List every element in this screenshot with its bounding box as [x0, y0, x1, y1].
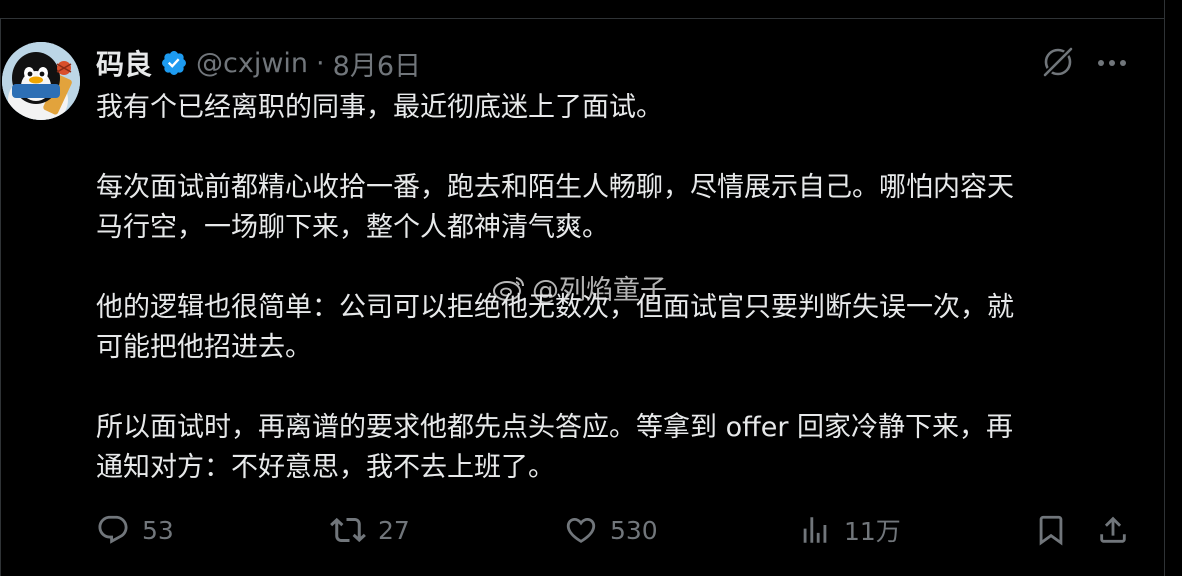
- reply-icon: [98, 515, 128, 544]
- text-line: 通知对方：不好意思，我不去上班了。: [96, 452, 555, 483]
- weibo-icon: [493, 276, 525, 301]
- author-handle[interactable]: @cxjwin: [196, 48, 308, 79]
- text-line: 所以面试时，再离谱的要求他都先点头答应。等拿到 offer 回家冷静下来，再: [96, 412, 1013, 443]
- bookmark-icon: [1039, 515, 1063, 546]
- grok-icon[interactable]: [1040, 44, 1076, 80]
- top-divider: [0, 18, 1164, 19]
- post-date[interactable]: 8月6日: [333, 44, 421, 83]
- like-button[interactable]: 530: [564, 506, 658, 554]
- repost-count: 27: [378, 515, 410, 545]
- views-button[interactable]: 11万: [798, 506, 901, 554]
- watermark: @列焰童子: [492, 268, 667, 307]
- bookmark-button[interactable]: [1034, 506, 1068, 554]
- repost-button[interactable]: 27: [330, 506, 410, 554]
- post-frame: 码良 @cxjwin · 8月6日 我有个已经离职的同事，最近彻底迷上了面试。 …: [0, 0, 1182, 576]
- author-name[interactable]: 码良: [96, 43, 152, 83]
- text-line: 可能把他招进去。: [96, 332, 312, 363]
- share-icon: [1100, 516, 1126, 543]
- more-icon[interactable]: [1096, 55, 1128, 69]
- like-count: 530: [610, 515, 658, 545]
- reply-count: 53: [142, 515, 174, 545]
- like-icon: [566, 517, 596, 543]
- text-line: 我有个已经离职的同事，最近彻底迷上了面试。: [96, 92, 663, 123]
- text-line: 每次面试前都精心收拾一番，跑去和陌生人畅聊，尽情展示自己。哪怕内容天: [96, 172, 1014, 203]
- left-divider: [0, 18, 1, 576]
- share-button[interactable]: [1096, 506, 1130, 554]
- views-icon: [803, 517, 827, 543]
- views-count: 11万: [844, 517, 901, 546]
- header-separator: ·: [316, 47, 325, 79]
- post-header: 码良 @cxjwin · 8月6日: [96, 44, 421, 82]
- repost-icon: [330, 517, 366, 543]
- avatar-penguin-icon: [2, 42, 80, 120]
- reply-button[interactable]: 53: [96, 506, 174, 554]
- verified-badge-icon[interactable]: [160, 49, 188, 77]
- text-line: 马行空，一场聊下来，整个人都神清气爽。: [96, 212, 609, 243]
- action-bar: 53 27 530 11万: [96, 506, 1136, 554]
- watermark-text: @列焰童子: [532, 275, 667, 306]
- avatar[interactable]: [2, 42, 80, 120]
- right-divider: [1164, 0, 1165, 576]
